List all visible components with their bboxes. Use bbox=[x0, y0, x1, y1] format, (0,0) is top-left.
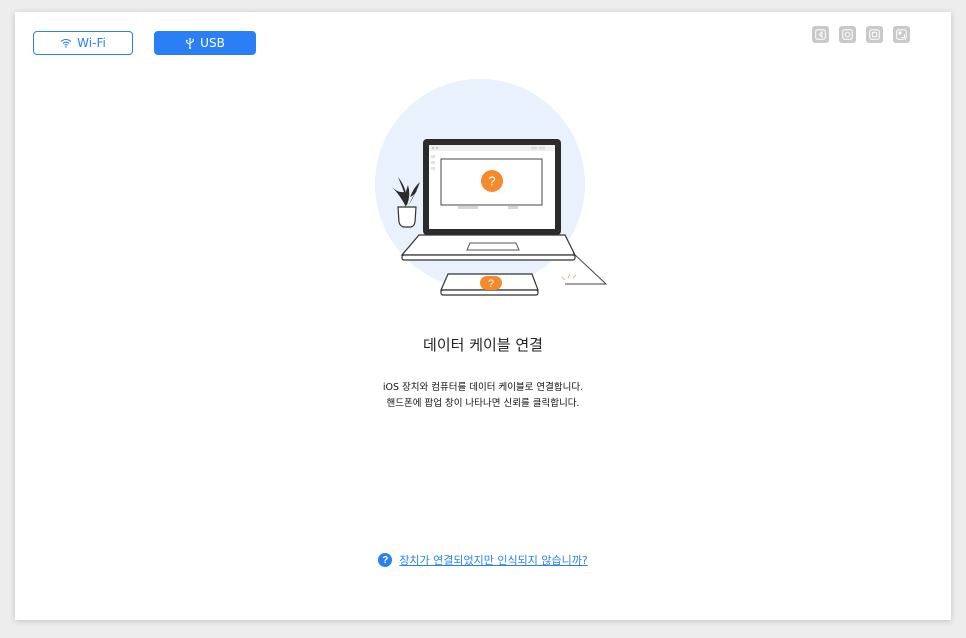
page-title: 데이터 케이블 연결 bbox=[423, 336, 543, 354]
usb-mode-label: USB bbox=[200, 36, 225, 50]
laptop-icon: ? bbox=[400, 139, 576, 261]
instruction-line-1: iOS 장치와 컴퓨터를 데이터 케이블로 연결합니다. bbox=[382, 382, 584, 393]
usb-mode-button[interactable]: USB bbox=[154, 31, 256, 55]
help-link[interactable]: 장치가 연결되었지만 인식되지 않습니까? bbox=[399, 552, 587, 568]
connection-illustration: ? ? bbox=[370, 77, 610, 302]
circle-icon[interactable] bbox=[839, 26, 856, 43]
help-row[interactable]: ? 장치가 연결되었지만 인식되지 않습니까? bbox=[15, 552, 951, 568]
svg-text:?: ? bbox=[488, 174, 495, 189]
wifi-icon bbox=[60, 38, 72, 48]
svg-text:?: ? bbox=[488, 278, 494, 290]
wifi-mode-label: Wi-Fi bbox=[77, 36, 106, 50]
screenshot-icon[interactable] bbox=[893, 26, 910, 43]
app-window: Wi-Fi USB ? ? 데이터 케이블 연결 iOS 장치와 컴퓨터를 데이… bbox=[15, 12, 951, 620]
question-icon: ? bbox=[378, 553, 393, 567]
wifi-mode-button[interactable]: Wi-Fi bbox=[33, 31, 133, 55]
phone-icon: ? bbox=[440, 273, 539, 296]
usb-icon bbox=[185, 37, 195, 49]
instructions: iOS 장치와 컴퓨터를 데이터 케이블로 연결합니다. 핸드폰에 팝업 창이 … bbox=[15, 380, 951, 412]
square-icon[interactable] bbox=[866, 26, 883, 43]
instruction-line-2: 핸드폰에 팝업 창이 나타나면 신뢰를 클릭합니다. bbox=[386, 398, 580, 409]
window-controls bbox=[812, 26, 910, 43]
back-icon[interactable] bbox=[812, 26, 829, 43]
